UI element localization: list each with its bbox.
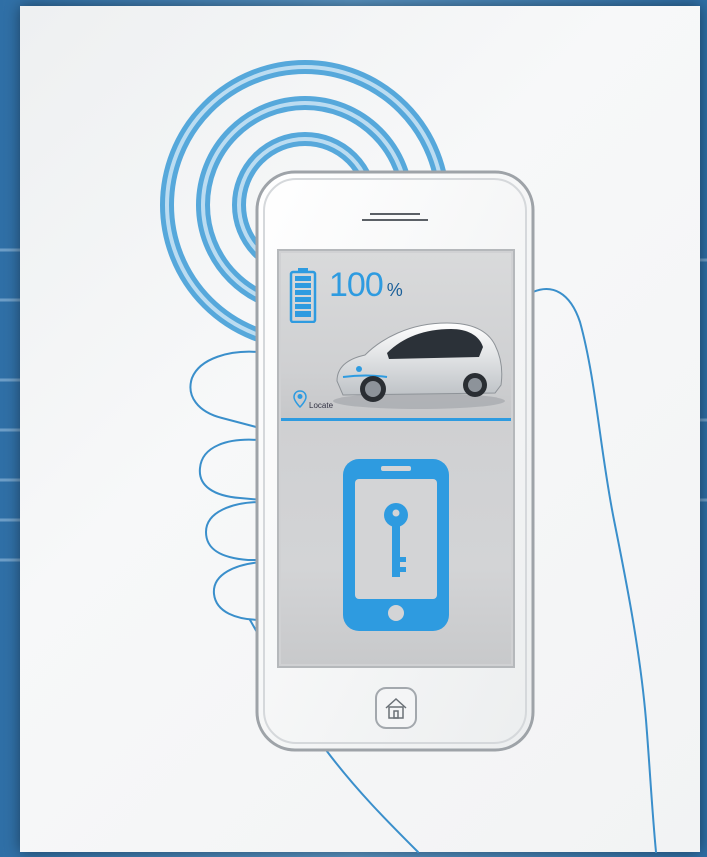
electric-car-image xyxy=(333,322,505,409)
phone-key-icon[interactable] xyxy=(341,457,451,633)
locate-label[interactable]: Locate xyxy=(309,401,333,410)
digital-key-panel xyxy=(281,421,511,664)
home-button[interactable] xyxy=(374,686,418,730)
battery-unit: % xyxy=(386,280,403,300)
battery-icon xyxy=(289,268,317,323)
vehicle-status-panel: 100% Locate xyxy=(281,253,511,421)
location-pin-icon[interactable] xyxy=(293,390,307,408)
battery-percentage: 100% xyxy=(329,266,403,304)
